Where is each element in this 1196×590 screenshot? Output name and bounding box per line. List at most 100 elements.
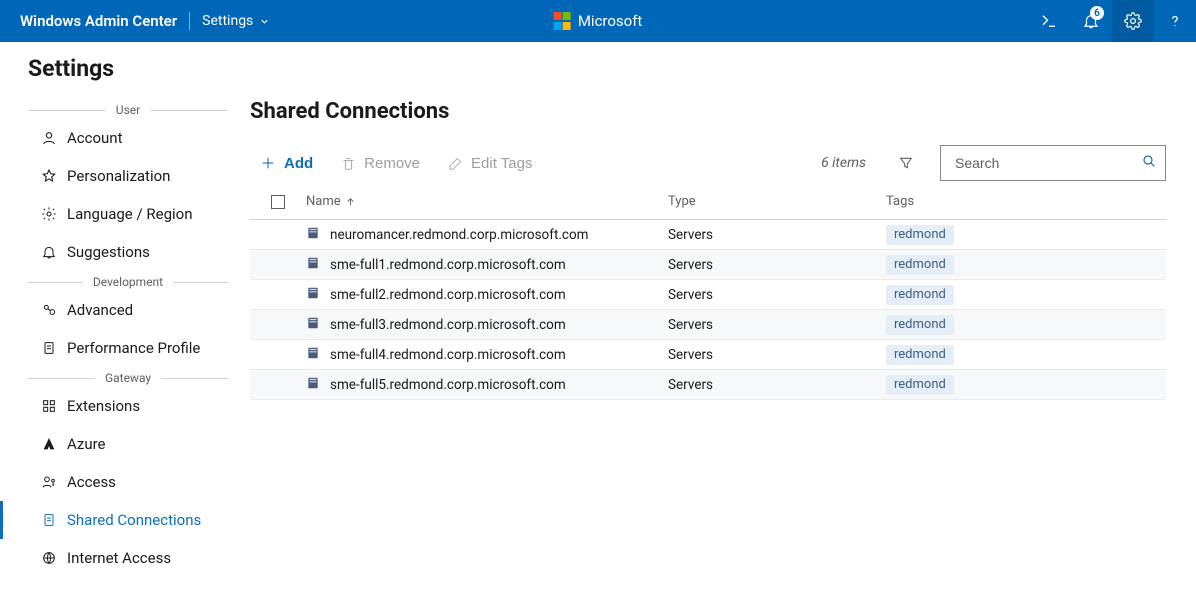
table-body: neuromancer.redmond.corp.microsoft.com Se… (250, 220, 1166, 400)
add-button[interactable]: Add (250, 147, 323, 179)
sidebar-item-personalization[interactable]: Personalization (0, 157, 246, 195)
sidebar-item-label: Access (67, 473, 116, 491)
microsoft-logo-icon (554, 12, 571, 29)
sidebar-item-azure[interactable]: Azure (0, 425, 246, 463)
sidebar-item-label: Language / Region (67, 205, 193, 223)
top-bar: Windows Admin Center Settings Microsoft … (0, 0, 1196, 42)
sidebar-item-access[interactable]: Access (0, 463, 246, 501)
filter-icon (898, 155, 914, 171)
table-row[interactable]: sme-full2.redmond.corp.microsoft.com Serv… (250, 280, 1166, 310)
nav-group-divider: User (28, 103, 228, 117)
row-name-cell: sme-full4.redmond.corp.microsoft.com (306, 346, 668, 364)
remove-label: Remove (364, 155, 420, 172)
col-tags-header[interactable]: Tags (886, 194, 1146, 209)
sidebar-item-label: Performance Profile (67, 339, 200, 357)
connections-table: Name Type Tags neuromancer.redmond.corp.… (250, 184, 1166, 400)
row-type: Servers (668, 377, 886, 393)
row-name-cell: sme-full1.redmond.corp.microsoft.com (306, 256, 668, 274)
help-button[interactable] (1154, 0, 1196, 42)
table-row[interactable]: sme-full3.redmond.corp.microsoft.comServ… (250, 310, 1166, 340)
plus-icon (260, 155, 276, 171)
help-icon (1166, 12, 1184, 30)
cloud-shell-button[interactable] (1028, 0, 1070, 42)
bell-outline-icon (41, 244, 57, 260)
app-name[interactable]: Windows Admin Center (0, 12, 177, 30)
search-box[interactable] (940, 145, 1166, 181)
row-name-cell: sme-full5.redmond.corp.microsoft.com (306, 376, 668, 394)
tag: redmond (886, 375, 954, 395)
row-name: sme-full2.redmond.corp.microsoft.com (330, 287, 566, 303)
sidebar-item-perf[interactable]: Performance Profile (0, 329, 246, 367)
row-type: Servers (668, 227, 886, 243)
nav-group-label: Gateway (95, 371, 161, 385)
settings-button[interactable] (1112, 0, 1154, 42)
add-label: Add (284, 155, 313, 172)
sidebar-item-extensions[interactable]: Extensions (0, 387, 246, 425)
row-name-cell: neuromancer.redmond.corp.microsoft.com (306, 226, 668, 244)
sidebar-item-advanced[interactable]: Advanced (0, 291, 246, 329)
settings-sidebar: User Account Personalization Language / Reg… (0, 43, 246, 590)
row-name: neuromancer.redmond.corp.microsoft.com (330, 227, 589, 243)
star-icon (41, 168, 57, 184)
main-pane: Shared Connections Add Remove Edit Tags … (246, 43, 1196, 590)
row-tags: redmond (886, 345, 1146, 365)
search-icon (1141, 153, 1157, 173)
nav-group-divider: Development (28, 275, 228, 289)
nav-group-label: User (106, 103, 150, 117)
sidebar-item-label: Account (67, 129, 123, 147)
tag: redmond (886, 255, 954, 275)
grid-icon (41, 398, 57, 414)
server-icon (306, 256, 320, 274)
sidebar-item-shared-connections[interactable]: Shared Connections (0, 501, 246, 539)
notifications-button[interactable]: 6 (1070, 0, 1112, 42)
sidebar-item-label: Personalization (67, 167, 170, 185)
gear-icon (41, 206, 57, 222)
sidebar-item-label: Internet Access (67, 549, 171, 567)
breadcrumb-settings[interactable]: Settings (202, 13, 270, 29)
row-name-cell: sme-full2.redmond.corp.microsoft.com (306, 286, 668, 304)
table-row[interactable]: sme-full4.redmond.corp.microsoft.comServ… (250, 340, 1166, 370)
divider (189, 12, 190, 30)
sidebar-item-label: Advanced (67, 301, 133, 319)
sidebar-item-label: Extensions (67, 397, 140, 415)
sidebar-item-internet[interactable]: Internet Access (0, 539, 246, 577)
row-tags: redmond (886, 225, 1146, 245)
filter-button[interactable] (890, 147, 922, 179)
clipboard-icon (41, 340, 57, 356)
select-all-checkbox[interactable] (250, 195, 306, 209)
item-count: 6 items (821, 155, 866, 171)
pencil-icon (448, 156, 463, 171)
toolbar: Add Remove Edit Tags 6 items (250, 142, 1166, 184)
row-name-cell: sme-full3.redmond.corp.microsoft.com (306, 316, 668, 334)
person-key-icon (41, 474, 57, 490)
row-type: Servers (668, 287, 886, 303)
sidebar-item-label: Shared Connections (67, 511, 201, 529)
chevron-down-icon (259, 16, 270, 27)
col-type-header[interactable]: Type (668, 194, 886, 209)
flask-icon (41, 302, 57, 318)
person-icon (41, 130, 57, 146)
server-icon (306, 316, 320, 334)
server-icon (306, 286, 320, 304)
sidebar-item-account[interactable]: Account (0, 119, 246, 157)
azure-icon (41, 436, 57, 452)
col-name-header[interactable]: Name (306, 194, 668, 209)
row-tags: redmond (886, 375, 1146, 395)
search-input[interactable] (953, 154, 1141, 172)
edit-tags-button[interactable]: Edit Tags (438, 147, 542, 179)
table-row[interactable]: sme-full5.redmond.corp.microsoft.comServ… (250, 370, 1166, 400)
notification-badge: 6 (1090, 6, 1104, 20)
table-row[interactable]: neuromancer.redmond.corp.microsoft.com Se… (250, 220, 1166, 250)
nav-group-divider: Gateway (28, 371, 228, 385)
table-row[interactable]: sme-full1.redmond.corp.microsoft.comServ… (250, 250, 1166, 280)
sidebar-item-suggestions[interactable]: Suggestions (0, 233, 246, 271)
tag: redmond (886, 345, 954, 365)
console-icon (1040, 12, 1058, 30)
remove-button[interactable]: Remove (331, 147, 430, 179)
brand-label: Microsoft (578, 12, 643, 30)
edit-tags-label: Edit Tags (471, 155, 532, 172)
sidebar-item-language[interactable]: Language / Region (0, 195, 246, 233)
gear-icon (1124, 12, 1142, 30)
row-type: Servers (668, 317, 886, 333)
nav-group-label: Development (83, 275, 173, 289)
